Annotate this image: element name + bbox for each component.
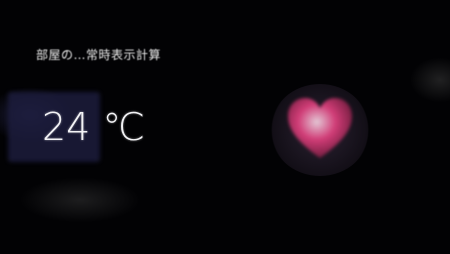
temperature-value: 24 ℃ [42,105,146,149]
location-label: 部屋の…常時表示計算 [36,48,162,62]
heart-widget[interactable] [270,84,370,176]
weather-widget[interactable]: 24 ℃ [8,92,158,212]
heart-icon [288,98,352,158]
ambient-display: 部屋の…常時表示計算 24 ℃ [0,0,450,254]
